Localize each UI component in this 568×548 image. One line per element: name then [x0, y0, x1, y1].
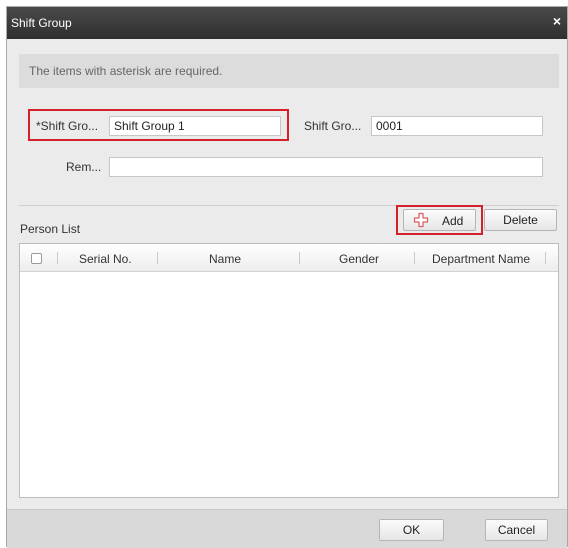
column-separator	[57, 252, 58, 264]
col-department-name[interactable]: Department Name	[432, 252, 530, 266]
title-bar: Shift Group ×	[7, 7, 567, 39]
dialog-footer: OK Cancel	[7, 509, 567, 548]
delete-button-label: Delete	[503, 213, 538, 227]
table-header: Serial No. Name Gender Department Name	[20, 244, 558, 272]
group-no-label: Shift Gro...	[304, 119, 362, 133]
column-separator	[414, 252, 415, 264]
group-name-label: *Shift Gro...	[36, 119, 99, 133]
required-notice: The items with asterisk are required.	[19, 54, 559, 88]
group-name-input[interactable]	[109, 116, 281, 136]
ok-button[interactable]: OK	[379, 519, 444, 541]
column-separator	[299, 252, 300, 264]
add-button[interactable]: Add	[403, 209, 476, 231]
select-all-checkbox[interactable]	[31, 253, 42, 264]
remark-label: Rem...	[66, 160, 102, 174]
cancel-button[interactable]: Cancel	[485, 519, 548, 541]
close-icon[interactable]: ×	[549, 13, 565, 29]
column-separator	[157, 252, 158, 264]
dialog-title: Shift Group	[11, 16, 72, 30]
shift-group-dialog: Shift Group × The items with asterisk ar…	[6, 6, 568, 548]
plus-icon	[413, 212, 429, 228]
delete-button[interactable]: Delete	[484, 209, 557, 231]
col-serial-no[interactable]: Serial No.	[79, 252, 132, 266]
person-table: Serial No. Name Gender Department Name	[19, 243, 559, 498]
add-button-label: Add	[442, 214, 464, 228]
col-gender[interactable]: Gender	[339, 252, 379, 266]
group-no-input[interactable]	[371, 116, 543, 136]
remark-input[interactable]	[109, 157, 543, 177]
person-list-label: Person List	[20, 222, 81, 236]
col-name[interactable]: Name	[209, 252, 241, 266]
column-separator	[545, 252, 546, 264]
